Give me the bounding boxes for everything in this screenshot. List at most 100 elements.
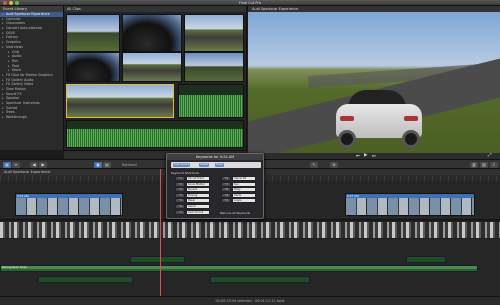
library-list: ▸ Audi Sportscar Experience ▸ Calendar ▸ Clas… xyxy=(0,12,63,120)
keyword-shortcut-row: ^6 Aerial xyxy=(175,204,211,209)
shortcut-keyword-field[interactable]: Daily xyxy=(232,187,256,193)
keyword-shortcuts-label: Keyword Shortcuts xyxy=(171,171,200,175)
library-event-label: Concert Auto-stashed xyxy=(6,26,42,31)
keyword-shortcut-row: ^7 Audi Aurora xyxy=(175,209,211,215)
photo-browser-button[interactable]: ▧ xyxy=(480,162,488,168)
retimed-label: Retimed xyxy=(122,163,137,167)
shortcut-keyword-field[interactable]: Snow Mother xyxy=(186,181,210,187)
clip-list-button[interactable]: ≡ xyxy=(12,162,20,168)
shortcut-key-label: ^6 xyxy=(175,204,185,209)
shortcut-keyword-field[interactable]: Driving xyxy=(186,192,210,198)
library-event-label: DSLR xyxy=(6,30,15,35)
keyword-shortcut-row: ^6 Carrar Rt xyxy=(221,176,257,181)
browser-clip[interactable] xyxy=(122,14,182,52)
shortcut-keyword-field[interactable]: Sunset xyxy=(186,187,210,193)
shortcut-key-label: ^5 xyxy=(175,198,185,204)
playhead[interactable] xyxy=(160,169,161,296)
keyword-shortcut-row: ^0 Logos xyxy=(221,198,257,204)
browser-clip[interactable] xyxy=(184,52,244,82)
library-event-label: Stock xyxy=(12,68,22,73)
audio-lane[interactable] xyxy=(406,256,446,263)
keyword-editor-hud: Keywords for 9:24 AM Audi Aurora Credit … xyxy=(166,153,264,219)
library-event-label: Classmates xyxy=(6,21,25,26)
audio-clip[interactable] xyxy=(178,84,244,118)
shortcut-key-label: ^6 xyxy=(221,176,231,181)
shortcut-key-label: ^4 xyxy=(175,192,185,198)
library-event-label: Sound FX xyxy=(6,91,22,96)
shortcut-key-label: ^9 xyxy=(221,192,231,198)
browser-clip[interactable] xyxy=(66,14,120,52)
audio-clip-label: Racing Rock Fade xyxy=(1,266,477,269)
audio-lane[interactable] xyxy=(210,276,310,283)
shortcut-keyword-field[interactable]: Logos xyxy=(232,198,256,204)
forward-icon[interactable]: ▶ xyxy=(39,162,47,168)
shortcut-key-label: ^8 xyxy=(221,187,231,193)
shortcut-key-label: ^7 xyxy=(221,181,231,187)
selected-browser-clip[interactable] xyxy=(66,84,174,118)
browser-clip[interactable] xyxy=(122,52,182,82)
remove-all-keywords-button[interactable]: Remove All Keywords xyxy=(220,211,250,215)
keyword-shortcut-row: ^1 Circuit Track xyxy=(175,176,211,181)
car-image xyxy=(336,90,422,148)
keyword-shortcut-row: ^4 Driving xyxy=(175,192,211,198)
audio-lane[interactable] xyxy=(130,256,185,263)
insert-clip-button[interactable]: ▤ xyxy=(103,162,111,168)
primary-storyline[interactable] xyxy=(0,219,500,239)
keyword-token[interactable]: Credit xyxy=(199,163,209,167)
library-event-label: Run xyxy=(12,58,19,63)
connected-clip[interactable]: 9:27 AM xyxy=(345,193,475,216)
keyword-token[interactable]: Track xyxy=(215,163,224,167)
clip-appearance-button[interactable]: ▦ xyxy=(3,162,11,168)
audio-lane[interactable] xyxy=(38,276,133,283)
browser-clip[interactable] xyxy=(66,52,120,82)
shortcut-keyword-field[interactable]: Cards xyxy=(232,192,256,198)
skimming-button[interactable]: ≋ xyxy=(330,162,338,168)
shortcut-key-label: ^7 xyxy=(175,209,185,215)
library-event-label: Walkthrough xyxy=(6,115,27,120)
library-event-label: Graphics xyxy=(6,40,21,45)
browser-clip[interactable] xyxy=(184,14,244,52)
window-title: Final Cut Pro xyxy=(239,1,261,5)
event-library-sidebar: Event Library ▸ Audi Sportscar Experience… xyxy=(0,6,64,150)
shortcut-keyword-field[interactable]: Sun xyxy=(232,181,256,187)
audio-clip[interactable] xyxy=(66,120,244,148)
shortcut-keyword-field[interactable]: Circuit Track xyxy=(186,176,210,181)
music-browser-button[interactable]: ♪ xyxy=(490,162,498,168)
select-tool-button[interactable]: ↖ xyxy=(310,162,318,168)
library-event-label: Slow Motion xyxy=(6,87,26,91)
library-event-label: Audio xyxy=(12,54,22,59)
library-event-label: Sportscar Interviews xyxy=(6,101,40,106)
library-event-item[interactable]: ▸ Walkthrough xyxy=(0,115,63,120)
library-event-label: Trees xyxy=(6,110,15,115)
audio-lane[interactable]: Racing Rock Fade xyxy=(0,265,478,272)
library-event-label: Sunset xyxy=(6,105,18,110)
library-event-label: Factory xyxy=(6,35,19,40)
event-browser: All Clips xyxy=(64,6,247,150)
shortcut-keyword-field[interactable]: Carrar Rt xyxy=(232,176,256,181)
library-event-label: Speaker xyxy=(6,96,20,101)
connect-clip-button[interactable]: ▣ xyxy=(94,162,102,168)
library-event-label: FX Gallery Audio xyxy=(6,77,34,82)
shortcut-keyword-field[interactable]: Aerial xyxy=(186,204,210,209)
library-event-label: Past xyxy=(12,63,19,68)
keyword-shortcut-row: ^2 Snow Mother xyxy=(175,181,211,187)
keyword-token-field[interactable]: Audi Aurora Credit Track xyxy=(171,162,261,168)
keyword-shortcut-row: ^5 Paper xyxy=(175,198,211,204)
connected-clip[interactable]: 9:24 AM xyxy=(15,193,123,216)
browser-header: All Clips xyxy=(64,6,246,12)
back-icon[interactable]: ◀ xyxy=(30,162,38,168)
keyword-shortcut-row: ^8 Daily xyxy=(221,187,257,193)
effects-browser-button[interactable]: ▥ xyxy=(470,162,478,168)
keyword-token[interactable]: Audi Aurora xyxy=(173,163,191,167)
library-event-label: Orig xyxy=(12,49,19,54)
keyword-shortcut-row: ^3 Sunset xyxy=(175,187,211,193)
library-event-label: Audi Sportscar Experience xyxy=(6,12,50,16)
shortcut-keyword-field[interactable]: Audi Aurora xyxy=(186,209,210,215)
keyword-shortcut-row: ^9 Cards xyxy=(221,192,257,198)
shortcut-key-label: ^3 xyxy=(175,187,185,193)
library-event-label: Interviews xyxy=(6,44,24,49)
keyword-shortcut-row: ^7 Sun xyxy=(221,181,257,187)
shortcut-keyword-field[interactable]: Paper xyxy=(186,198,210,204)
shortcut-key-label: ^2 xyxy=(175,181,185,187)
status-bar: 00:00:33:04 selected - 00:01:11:11 total xyxy=(0,296,500,305)
